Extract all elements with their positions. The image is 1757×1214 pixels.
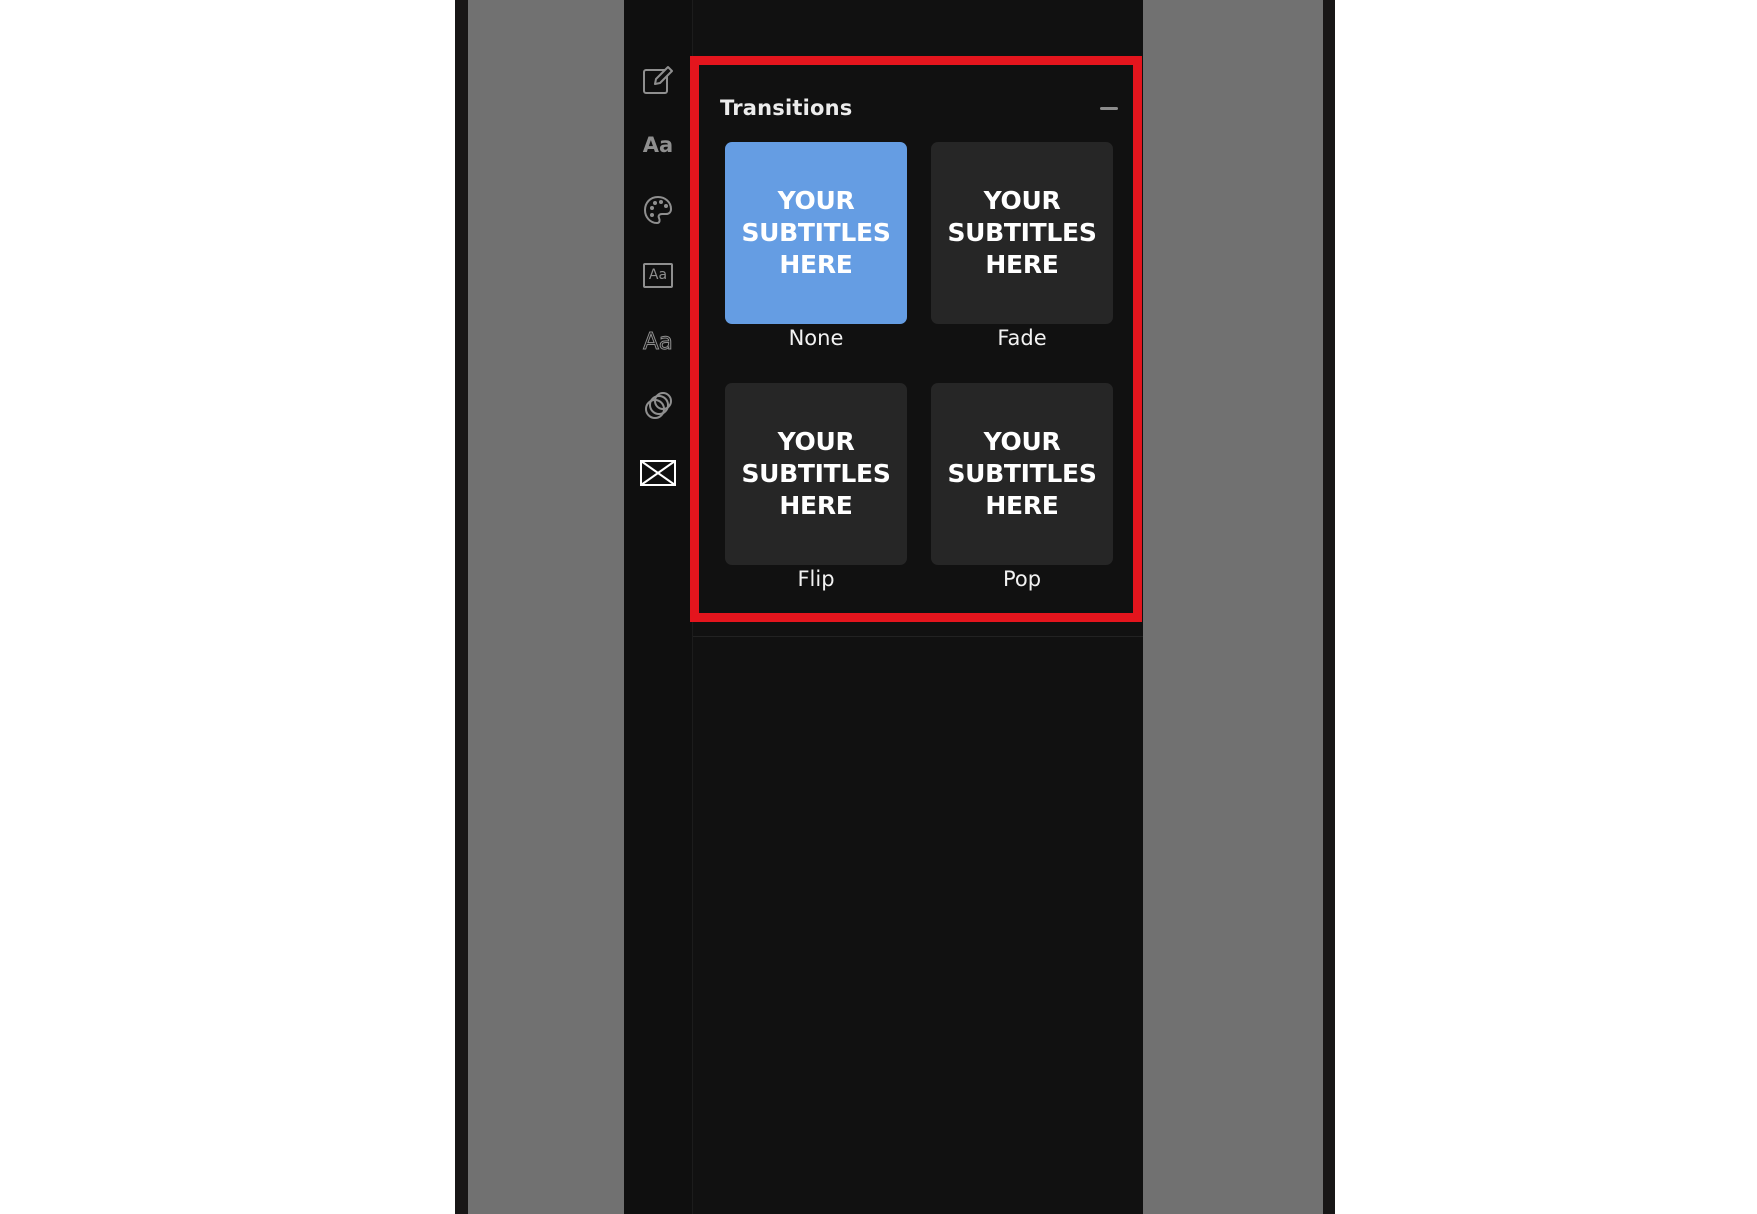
section-title: Transitions — [720, 96, 853, 120]
transition-option-fade[interactable]: YOUR SUBTITLES HERE Fade — [931, 142, 1113, 350]
font-tool-button[interactable]: Aa — [638, 125, 678, 165]
text-outline-icon: Aa — [643, 329, 674, 356]
transition-label: None — [788, 326, 844, 350]
transitions-icon — [640, 460, 676, 486]
transition-preview: YOUR SUBTITLES HERE — [725, 383, 907, 565]
transition-options-grid: YOUR SUBTITLES HERE None YOUR SUBTITLES … — [725, 142, 1115, 592]
transition-preview: YOUR SUBTITLES HERE — [931, 383, 1113, 565]
side-toolbar: Aa Aa Aa — [624, 0, 692, 1214]
transition-option-pop[interactable]: YOUR SUBTITLES HERE Pop — [931, 383, 1113, 591]
collapse-button[interactable] — [1096, 101, 1122, 115]
text-box-icon: Aa — [643, 262, 673, 288]
text-box-tool-button[interactable]: Aa — [638, 255, 678, 295]
transition-preview: YOUR SUBTITLES HERE — [931, 142, 1113, 324]
transition-label: Pop — [1002, 567, 1042, 591]
transition-option-flip[interactable]: YOUR SUBTITLES HERE Flip — [725, 383, 907, 591]
font-icon: Aa — [642, 133, 674, 157]
edit-icon — [643, 66, 673, 94]
palette-icon — [643, 195, 673, 225]
transition-label: Fade — [997, 326, 1047, 350]
edit-tool-button[interactable] — [638, 60, 678, 100]
transition-preview: YOUR SUBTITLES HERE — [725, 142, 907, 324]
panel-header-strip — [693, 0, 1143, 59]
transitions-section: Transitions YOUR SUBTITLES HERE None YOU… — [693, 58, 1143, 624]
transition-label: Flip — [797, 567, 835, 591]
effects-icon — [645, 392, 672, 419]
transition-option-none[interactable]: YOUR SUBTITLES HERE None — [725, 142, 907, 350]
section-divider — [693, 636, 1143, 637]
minus-icon — [1100, 106, 1118, 110]
canvas-margin-left — [468, 0, 624, 1214]
color-tool-button[interactable] — [638, 190, 678, 230]
transitions-tool-button[interactable] — [638, 453, 678, 493]
properties-panel: Transitions YOUR SUBTITLES HERE None YOU… — [692, 0, 1143, 1214]
text-outline-tool-button[interactable]: Aa — [638, 322, 678, 362]
effects-tool-button[interactable] — [638, 386, 678, 426]
canvas-margin-right — [1142, 0, 1323, 1214]
